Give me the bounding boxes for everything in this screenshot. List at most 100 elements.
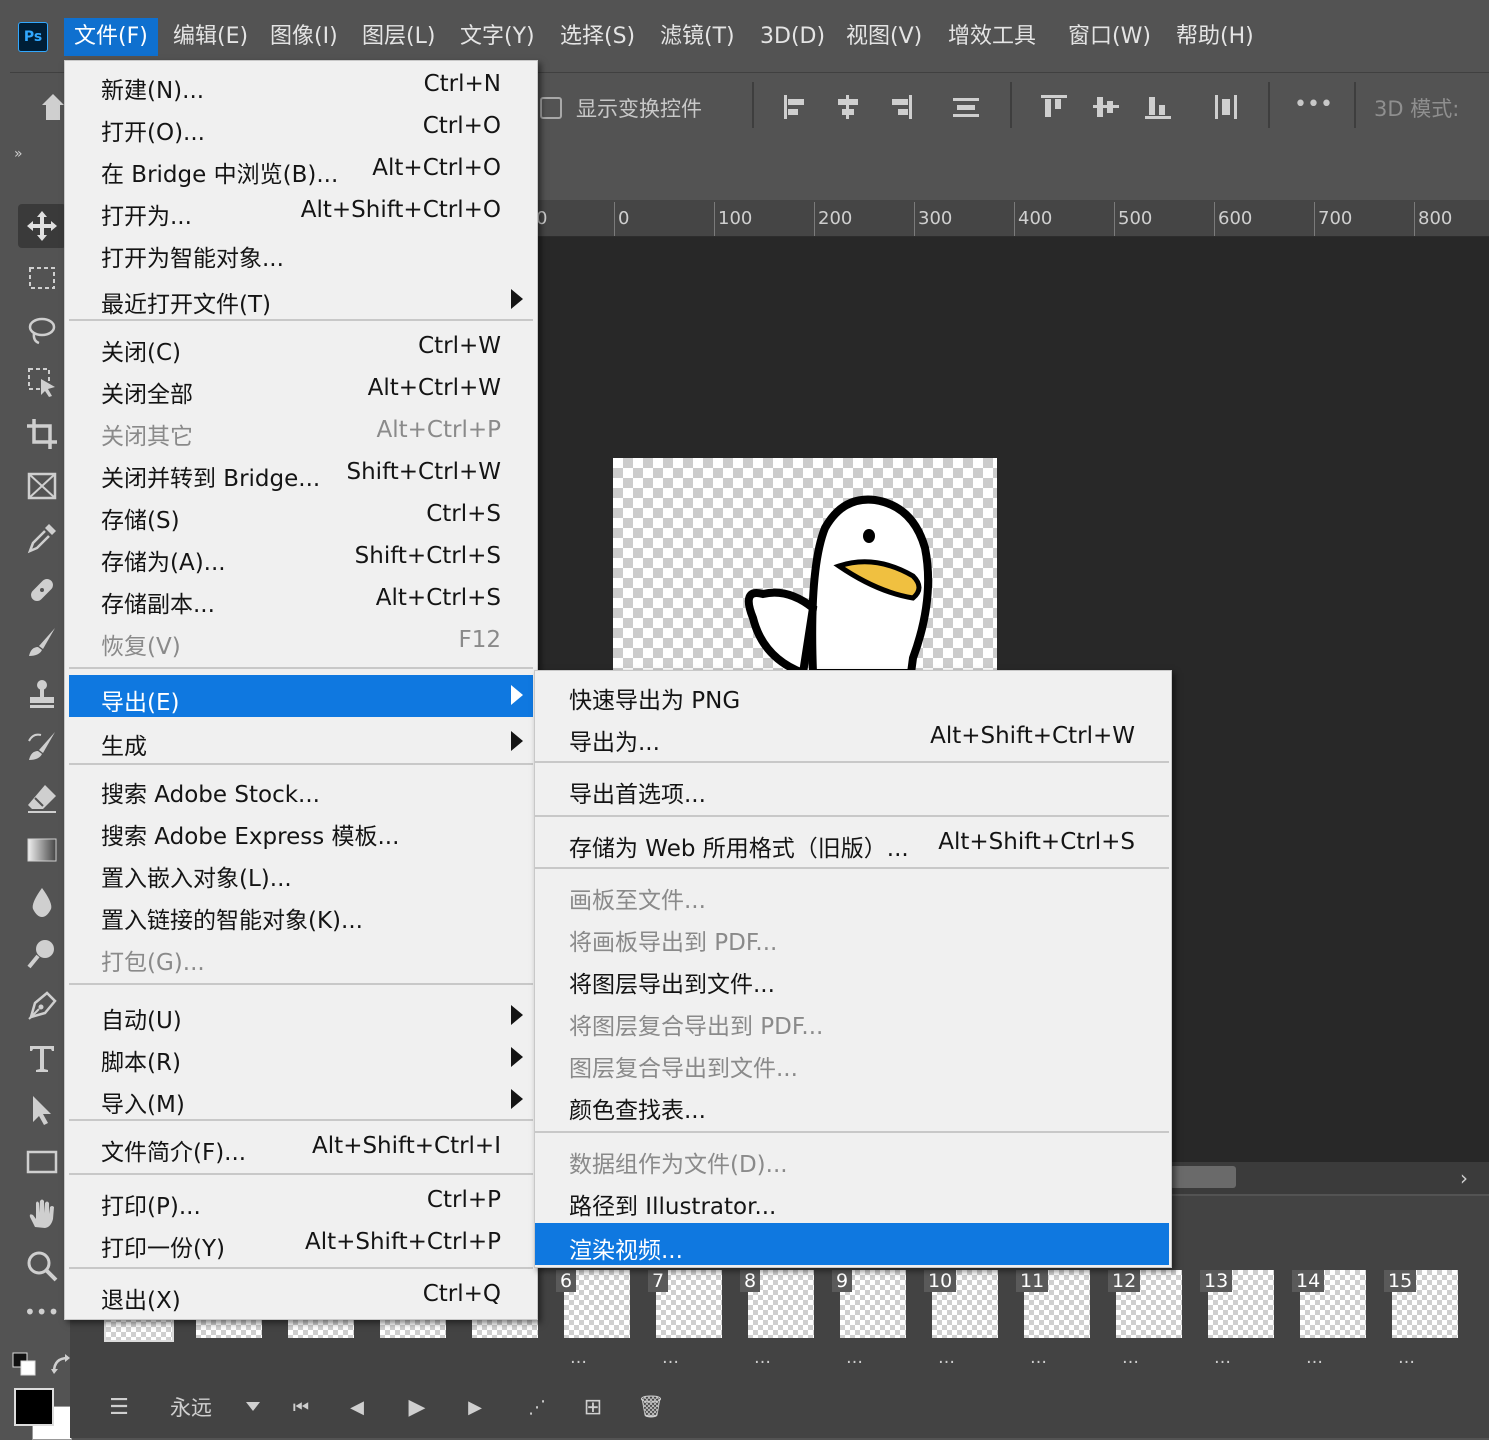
- pen-tool-icon[interactable]: [18, 984, 66, 1028]
- type-tool-icon[interactable]: [18, 1036, 66, 1080]
- menu-item-file-info[interactable]: 文件简介(F)... Alt+Shift+Ctrl+I: [69, 1127, 533, 1167]
- menu-help[interactable]: 帮助(H): [1166, 18, 1264, 56]
- convert-timeline-icon[interactable]: ☰: [102, 1390, 136, 1424]
- brush-tool-icon[interactable]: [18, 620, 66, 664]
- play-icon[interactable]: ▶: [400, 1390, 434, 1424]
- menu-image[interactable]: 图像(I): [260, 18, 348, 56]
- submenu-item-color-lookup[interactable]: 颜色查找表...: [535, 1085, 1169, 1125]
- menu-view[interactable]: 视图(V): [836, 18, 932, 56]
- frame-delay[interactable]: …: [570, 1348, 587, 1368]
- timeline-frame[interactable]: 15…: [1384, 1262, 1472, 1376]
- frame-delay[interactable]: …: [1214, 1348, 1231, 1368]
- distribute-vertical-icon[interactable]: [1212, 94, 1240, 120]
- object-select-tool-icon[interactable]: [18, 360, 66, 404]
- document-canvas[interactable]: [613, 458, 997, 673]
- frame-delay[interactable]: …: [938, 1348, 955, 1368]
- zoom-tool-icon[interactable]: [18, 1244, 66, 1288]
- show-transform-checkbox[interactable]: [540, 97, 562, 119]
- menu-item-open-as[interactable]: 打开为... Alt+Shift+Ctrl+O: [69, 191, 533, 231]
- menu-item-browse-bridge[interactable]: 在 Bridge 中浏览(B)... Alt+Ctrl+O: [69, 149, 533, 189]
- menu-item-exit[interactable]: 退出(X) Ctrl+Q: [69, 1275, 533, 1315]
- menu-item-close[interactable]: 关闭(C) Ctrl+W: [69, 327, 533, 367]
- menu-item-automate[interactable]: 自动(U): [69, 995, 533, 1035]
- more-tools-icon[interactable]: •••: [24, 1300, 59, 1324]
- menu-item-save-copy[interactable]: 存储副本... Alt+Ctrl+S: [69, 579, 533, 619]
- align-middle-icon[interactable]: [1092, 94, 1120, 120]
- menu-edit[interactable]: 编辑(E): [163, 18, 258, 56]
- scroll-right-icon[interactable]: ›: [1460, 1166, 1468, 1190]
- marquee-tool-icon[interactable]: [18, 256, 66, 300]
- menu-item-place-linked[interactable]: 置入链接的智能对象(K)...: [69, 895, 533, 935]
- frame-delay[interactable]: …: [1122, 1348, 1139, 1368]
- delete-frame-icon[interactable]: 🗑: [634, 1390, 668, 1424]
- rectangle-tool-icon[interactable]: [18, 1140, 66, 1184]
- loop-dropdown-icon[interactable]: [246, 1402, 260, 1411]
- path-select-tool-icon[interactable]: [18, 1088, 66, 1132]
- lasso-tool-icon[interactable]: [18, 308, 66, 352]
- gradient-tool-icon[interactable]: [18, 828, 66, 872]
- menu-item-search-stock[interactable]: 搜索 Adobe Stock...: [69, 769, 533, 809]
- submenu-item-save-for-web[interactable]: 存储为 Web 所用格式（旧版）... Alt+Shift+Ctrl+S: [535, 823, 1169, 863]
- menu-item-save[interactable]: 存储(S) Ctrl+S: [69, 495, 533, 535]
- menu-item-import[interactable]: 导入(M): [69, 1079, 533, 1119]
- previous-frame-icon[interactable]: ◀: [340, 1390, 374, 1424]
- hand-tool-icon[interactable]: [18, 1192, 66, 1236]
- align-center-icon[interactable]: [834, 94, 862, 120]
- menu-select[interactable]: 选择(S): [550, 18, 645, 56]
- more-options-icon[interactable]: •••: [1294, 92, 1333, 117]
- menu-plugins[interactable]: 增效工具: [938, 18, 1046, 56]
- collapse-panel-icon[interactable]: »: [14, 146, 23, 162]
- eraser-tool-icon[interactable]: [18, 776, 66, 820]
- menu-type[interactable]: 文字(Y): [450, 18, 545, 56]
- align-top-icon[interactable]: [1040, 94, 1068, 120]
- history-brush-tool-icon[interactable]: [18, 724, 66, 768]
- frame-delay[interactable]: …: [846, 1348, 863, 1368]
- first-frame-icon[interactable]: ⏮: [284, 1390, 318, 1424]
- timeline-frame[interactable]: 14…: [1292, 1262, 1380, 1376]
- dodge-tool-icon[interactable]: [18, 932, 66, 976]
- menu-item-recent-files[interactable]: 最近打开文件(T): [69, 279, 533, 319]
- menu-filter[interactable]: 滤镜(T): [650, 18, 745, 56]
- eyedropper-tool-icon[interactable]: [18, 516, 66, 560]
- move-tool-icon[interactable]: [18, 204, 66, 248]
- align-right-icon[interactable]: [886, 94, 914, 120]
- submenu-item-quick-export-png[interactable]: 快速导出为 PNG: [535, 675, 1169, 715]
- timeline-frame[interactable]: 9…: [832, 1262, 920, 1376]
- align-bottom-icon[interactable]: [1144, 94, 1172, 120]
- menu-item-scripts[interactable]: 脚本(R): [69, 1037, 533, 1077]
- timeline-frame[interactable]: 13…: [1200, 1262, 1288, 1376]
- submenu-item-paths-to-illustrator[interactable]: 路径到 Illustrator...: [535, 1181, 1169, 1221]
- menu-item-place-embedded[interactable]: 置入嵌入对象(L)...: [69, 853, 533, 893]
- home-icon[interactable]: [40, 92, 66, 122]
- frame-delay[interactable]: …: [1030, 1348, 1047, 1368]
- distribute-icon[interactable]: [952, 94, 980, 120]
- align-left-icon[interactable]: [782, 94, 810, 120]
- frame-delay[interactable]: …: [754, 1348, 771, 1368]
- menu-item-save-as[interactable]: 存储为(A)... Shift+Ctrl+S: [69, 537, 533, 577]
- menu-item-open-smart-object[interactable]: 打开为智能对象...: [69, 233, 533, 273]
- tween-icon[interactable]: ⋰: [520, 1390, 554, 1424]
- crop-tool-icon[interactable]: [18, 412, 66, 456]
- menu-window[interactable]: 窗口(W): [1058, 18, 1161, 56]
- scrollbar-thumb[interactable]: [1170, 1166, 1236, 1188]
- frame-delay[interactable]: …: [1306, 1348, 1323, 1368]
- menu-item-print[interactable]: 打印(P)... Ctrl+P: [69, 1181, 533, 1221]
- frame-delay[interactable]: …: [662, 1348, 679, 1368]
- menu-item-search-express[interactable]: 搜索 Adobe Express 模板...: [69, 811, 533, 851]
- duplicate-frame-icon[interactable]: ⊞: [576, 1390, 610, 1424]
- timeline-frame[interactable]: 10…: [924, 1262, 1012, 1376]
- menu-item-export[interactable]: 导出(E): [69, 675, 533, 717]
- next-frame-icon[interactable]: ▶: [458, 1390, 492, 1424]
- menu-item-close-all[interactable]: 关闭全部 Alt+Ctrl+W: [69, 369, 533, 409]
- timeline-frame[interactable]: 8…: [740, 1262, 828, 1376]
- loop-select[interactable]: 永远: [170, 1392, 212, 1422]
- frame-tool-icon[interactable]: [18, 464, 66, 508]
- menu-item-open[interactable]: 打开(O)... Ctrl+O: [69, 107, 533, 147]
- menu-3d[interactable]: 3D(D): [750, 18, 835, 56]
- menu-layer[interactable]: 图层(L): [352, 18, 445, 56]
- foreground-color-swatch[interactable]: [14, 1388, 54, 1426]
- stamp-tool-icon[interactable]: [18, 672, 66, 716]
- timeline-frame[interactable]: 7…: [648, 1262, 736, 1376]
- menu-item-new[interactable]: 新建(N)... Ctrl+N: [69, 65, 533, 105]
- submenu-item-layers-to-files[interactable]: 将图层导出到文件...: [535, 959, 1169, 999]
